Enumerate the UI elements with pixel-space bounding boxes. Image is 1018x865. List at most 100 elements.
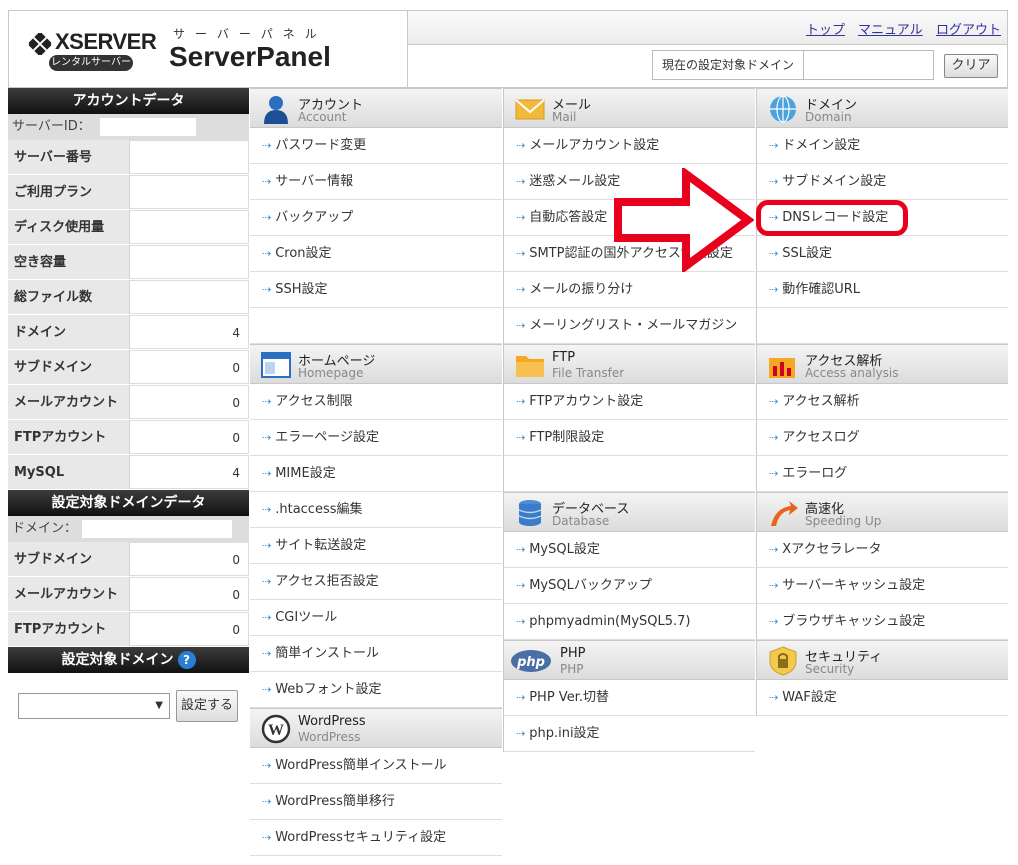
link-arrow-icon: ⇢ <box>262 211 272 224</box>
menu-item[interactable]: ⇢ PHP Ver.切替 <box>504 680 755 716</box>
menu-item-label: .htaccess編集 <box>275 502 363 517</box>
brand-logo: XSERVER <box>55 29 157 54</box>
menu-item[interactable]: ⇢ パスワード変更 <box>250 128 502 164</box>
menu-item-empty <box>504 456 755 492</box>
sidebar-data-value <box>130 210 249 244</box>
menu-item[interactable]: ⇢ 簡単インストール <box>250 636 502 672</box>
menu-item[interactable]: ⇢ MySQLバックアップ <box>504 568 755 604</box>
nav-manual-link[interactable]: マニュアル <box>858 19 923 38</box>
section-php-title: PHP <box>560 646 586 661</box>
section-wordpress-header: W WordPress WordPress <box>250 708 502 748</box>
menu-item[interactable]: ⇢ SSH設定 <box>250 272 502 308</box>
current-domain-label: 現在の設定対象ドメイン <box>652 50 804 80</box>
sidebar-data-key: メールアカウント <box>8 385 130 419</box>
menu-item[interactable]: ⇢ アクセス拒否設定 <box>250 564 502 600</box>
account-icon <box>264 96 288 124</box>
nav-top-link[interactable]: トップ <box>806 19 845 38</box>
database-icon <box>518 500 542 526</box>
menu-item[interactable]: ⇢ アクセス制限 <box>250 384 502 420</box>
menu-item[interactable]: ⇢ CGIツール <box>250 600 502 636</box>
menu-item[interactable]: ⇢ アクセスログ <box>757 420 1008 456</box>
menu-item[interactable]: ⇢ MIME設定 <box>250 456 502 492</box>
domain-data-table: サブドメイン 0 メールアカウント 0 FTPアカウント 0 <box>8 542 249 647</box>
brand-logo-sub: レンタルサーバー <box>49 55 133 71</box>
menu-item[interactable]: ⇢ メーリングリスト・メールマガジン <box>504 308 755 344</box>
ftp-menu-list: ⇢ FTPアカウント設定 ⇢ FTP制限設定 <box>504 384 755 492</box>
menu-item[interactable]: ⇢ FTPアカウント設定 <box>504 384 755 420</box>
link-arrow-icon: ⇢ <box>262 647 272 660</box>
annotation-highlight-ring <box>756 200 908 236</box>
section-domain-subtitle: Domain <box>805 110 852 124</box>
sidebar-data-row: メールアカウント 0 <box>8 385 249 420</box>
account-data-title: アカウントデータ <box>8 88 249 114</box>
menu-item[interactable]: ⇢ phpmyadmin(MySQL5.7) <box>504 604 755 640</box>
menu-item-label: MySQL設定 <box>529 542 600 557</box>
menu-item[interactable]: ⇢ MySQL設定 <box>504 532 755 568</box>
section-account-header: アカウント Account <box>250 88 502 128</box>
link-arrow-icon: ⇢ <box>262 431 272 444</box>
help-icon[interactable]: ? <box>177 651 196 669</box>
menu-item[interactable]: ⇢ 動作確認URL <box>757 272 1008 308</box>
menu-item[interactable]: ⇢ WordPress簡単移行 <box>250 784 502 820</box>
mail-icon <box>515 99 545 120</box>
section-homepage-subtitle: Homepage <box>298 366 364 380</box>
sidebar-data-value: 0 <box>130 385 249 419</box>
link-arrow-icon: ⇢ <box>769 615 779 628</box>
link-arrow-icon: ⇢ <box>516 579 526 592</box>
link-arrow-icon: ⇢ <box>262 395 272 408</box>
menu-item[interactable]: ⇢ Cron設定 <box>250 236 502 272</box>
sidebar-data-row: MySQL 4 <box>8 455 249 490</box>
sidebar-data-key: FTPアカウント <box>8 420 130 454</box>
menu-item[interactable]: ⇢ サーバーキャッシュ設定 <box>757 568 1008 604</box>
menu-item-label: アクセスログ <box>782 430 860 445</box>
sidebar-data-value <box>130 280 249 314</box>
menu-item-label: アクセス制限 <box>275 394 353 409</box>
menu-item[interactable]: ⇢ .htaccess編集 <box>250 492 502 528</box>
menu-item[interactable]: ⇢ メールアカウント設定 <box>504 128 755 164</box>
menu-item[interactable]: ⇢ サブドメイン設定 <box>757 164 1008 200</box>
link-arrow-icon: ⇢ <box>262 759 272 772</box>
menu-item[interactable]: ⇢ ドメイン設定 <box>757 128 1008 164</box>
menu-item-label: エラーページ設定 <box>275 430 379 445</box>
section-domain-header: ドメイン Domain <box>757 88 1008 128</box>
target-domain-select[interactable]: ▼ <box>18 693 170 719</box>
panel-title: ServerPanel <box>169 41 331 72</box>
menu-item[interactable]: ⇢ Webフォント設定 <box>250 672 502 708</box>
nav-logout-link[interactable]: ログアウト <box>936 19 1001 38</box>
sidebar-data-key: メールアカウント <box>8 577 130 611</box>
target-domain-form: ▼ 設定する <box>8 673 249 753</box>
menu-item[interactable]: ⇢ FTP制限設定 <box>504 420 755 456</box>
menu-item-label: WordPressセキュリティ設定 <box>275 830 447 845</box>
menu-item[interactable]: ⇢ ブラウザキャッシュ設定 <box>757 604 1008 640</box>
menu-item[interactable]: ⇢ エラーログ <box>757 456 1008 492</box>
sidebar-data-value: 0 <box>130 542 249 576</box>
menu-item-label: ドメイン設定 <box>782 138 861 153</box>
menu-item[interactable]: ⇢ WordPress簡単インストール <box>250 748 502 784</box>
section-database-subtitle: Database <box>552 514 610 528</box>
menu-item[interactable]: ⇢ WordPressセキュリティ設定 <box>250 820 502 856</box>
menu-item[interactable]: ⇢ メールの振り分け <box>504 272 755 308</box>
menu-item[interactable]: ⇢ アクセス解析 <box>757 384 1008 420</box>
link-arrow-icon: ⇢ <box>516 247 526 260</box>
menu-item[interactable]: ⇢ サーバー情報 <box>250 164 502 200</box>
set-domain-button[interactable]: 設定する <box>176 690 238 722</box>
menu-item[interactable]: ⇢ サイト転送設定 <box>250 528 502 564</box>
menu-item[interactable]: ⇢ php.ini設定 <box>504 716 755 752</box>
menu-item[interactable]: ⇢ SSL設定 <box>757 236 1008 272</box>
sidebar-data-value: 0 <box>130 577 249 611</box>
domain-row: ドメイン： <box>8 516 249 542</box>
menu-item[interactable]: ⇢ エラーページ設定 <box>250 420 502 456</box>
clear-button[interactable]: クリア <box>944 54 998 78</box>
menu-item[interactable]: ⇢ WAF設定 <box>757 680 1008 716</box>
sidebar-data-key: ご利用プラン <box>8 175 130 209</box>
menu-item-label: 簡単インストール <box>275 646 379 661</box>
link-arrow-icon: ⇢ <box>769 247 779 260</box>
menu-item[interactable]: ⇢ バックアップ <box>250 200 502 236</box>
section-access-subtitle: Access analysis <box>805 366 899 380</box>
link-arrow-icon: ⇢ <box>516 691 526 704</box>
menu-item-label: MySQLバックアップ <box>529 578 652 593</box>
sidebar-data-key: ディスク使用量 <box>8 210 130 244</box>
menu-item-label: FTP制限設定 <box>529 430 605 445</box>
link-arrow-icon: ⇢ <box>516 395 526 408</box>
menu-item[interactable]: ⇢ Xアクセラレータ <box>757 532 1008 568</box>
